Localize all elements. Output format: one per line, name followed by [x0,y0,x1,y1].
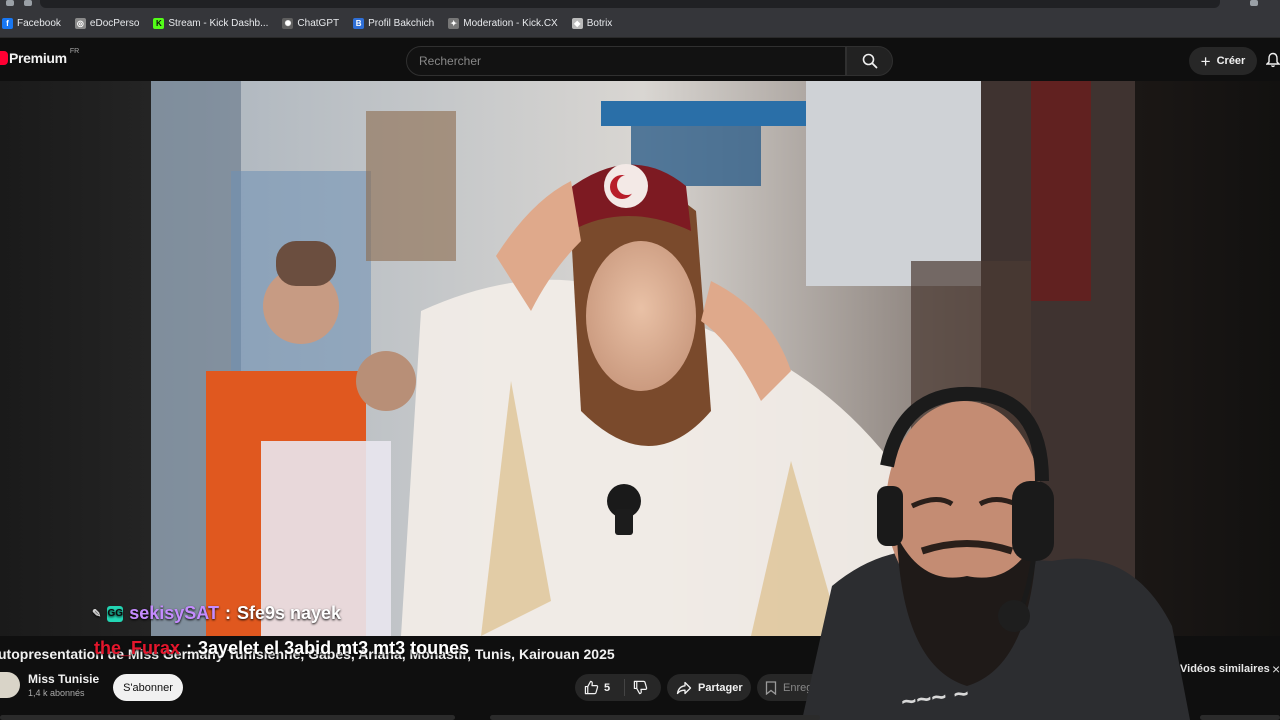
kick-icon: K [153,18,165,29]
bookmark-botrix[interactable]: ◆ Botrix [571,18,613,29]
streamer-webcam: ~~~ ~ [802,386,1190,720]
like-button[interactable]: 5 [575,679,625,696]
share-icon [676,681,692,694]
subscriber-count: 1,4 k abonnés [28,688,85,698]
bookmark-edocperso[interactable]: ◎ eDocPerso [74,18,140,29]
forward-icon[interactable] [24,0,32,6]
moderator-icon: ✎ [92,608,102,620]
channel-details: Miss Tunisie 1,4 k abonnés [28,672,99,698]
bookmark-label: Stream - Kick Dashb... [168,18,269,29]
chat-message: the_Furax : 3ayelet el 3abid mt3 mt3 tou… [94,638,469,659]
dislike-button[interactable] [625,680,648,695]
bookmark-facebook[interactable]: f Facebook [2,18,61,29]
chat-separator: : [224,603,231,623]
bakchich-icon: B [353,18,365,29]
similar-videos-tab[interactable]: Vidéos similaires [1180,663,1270,675]
bookmark-moderation[interactable]: ✦ Moderation - Kick.CX [448,18,558,29]
bookmark-icon [765,680,777,695]
back-icon[interactable] [6,0,14,6]
bookmarks-bar: f Facebook ◎ eDocPerso K Stream - Kick Dash… [0,10,1280,38]
botrix-icon: ◆ [571,18,583,29]
close-icon[interactable]: × [1272,661,1280,677]
youtube-premium-logo[interactable]: Premium FR [0,47,80,66]
chat-message: ✎ GG sekisySAT : Sfe9s nayek [92,603,341,624]
search-icon [862,53,877,69]
bookmark-label: Profil Bakchich [368,18,435,29]
channel-avatar[interactable] [0,672,20,698]
globe-icon: ◎ [74,18,86,29]
thumbs-up-icon [584,680,599,695]
browser-tab-strip [0,0,1280,10]
chat-username[interactable]: the_Furax [94,638,180,659]
bookmark-label: Botrix [586,18,613,29]
logo-text: Premium [9,50,67,66]
bookmark-label: Facebook [17,18,61,29]
share-button[interactable]: Partager [667,674,751,701]
bookmark-chatgpt[interactable]: ✺ ChatGPT [282,18,339,29]
subscribe-button[interactable]: S'abonner [113,674,183,701]
channel-info: Miss Tunisie 1,4 k abonnés [0,672,99,698]
subscriber-badge-icon: GG [107,605,124,622]
moderation-icon: ✦ [448,18,460,29]
bookmark-label: ChatGPT [297,18,340,29]
bookmark-kick-dashboard[interactable]: K Stream - Kick Dashb... [153,18,268,29]
create-label: Créer [1216,55,1246,67]
chatgpt-icon: ✺ [282,18,294,29]
bookmark-bakchich[interactable]: B Profil Bakchich [353,18,434,29]
menu-icon[interactable] [1250,0,1258,6]
thumbs-down-icon [633,680,648,695]
like-dislike-group: 5 [575,674,661,701]
ambient-left [0,81,151,636]
chat-username[interactable]: sekisySAT [129,603,219,624]
search-input[interactable] [419,54,819,68]
webcam-feed: ~~~ ~ [802,386,1190,720]
facebook-icon: f [2,18,13,29]
share-label: Partager [698,681,743,694]
address-bar[interactable] [40,0,1220,8]
channel-name[interactable]: Miss Tunisie [28,672,99,686]
search-button[interactable] [846,46,893,76]
like-count: 5 [604,681,611,694]
youtube-play-icon [0,51,8,65]
create-button[interactable]: + Créer [1189,47,1257,75]
bookmark-label: eDocPerso [89,18,140,29]
chat-separator: : [186,638,193,658]
notifications-button[interactable] [1265,52,1280,73]
search-box [406,46,846,76]
bell-icon [1265,52,1280,68]
region-code: FR [69,47,80,55]
page-bottom-strip [0,713,1280,720]
chat-text: Sfe9s nayek [236,603,342,623]
youtube-header: Premium FR + Créer [0,38,1280,81]
plus-icon: + [1200,51,1211,71]
chat-text: 3ayelet el 3abid mt3 mt3 tounes [198,638,470,658]
bookmark-label: Moderation - Kick.CX [463,18,558,29]
